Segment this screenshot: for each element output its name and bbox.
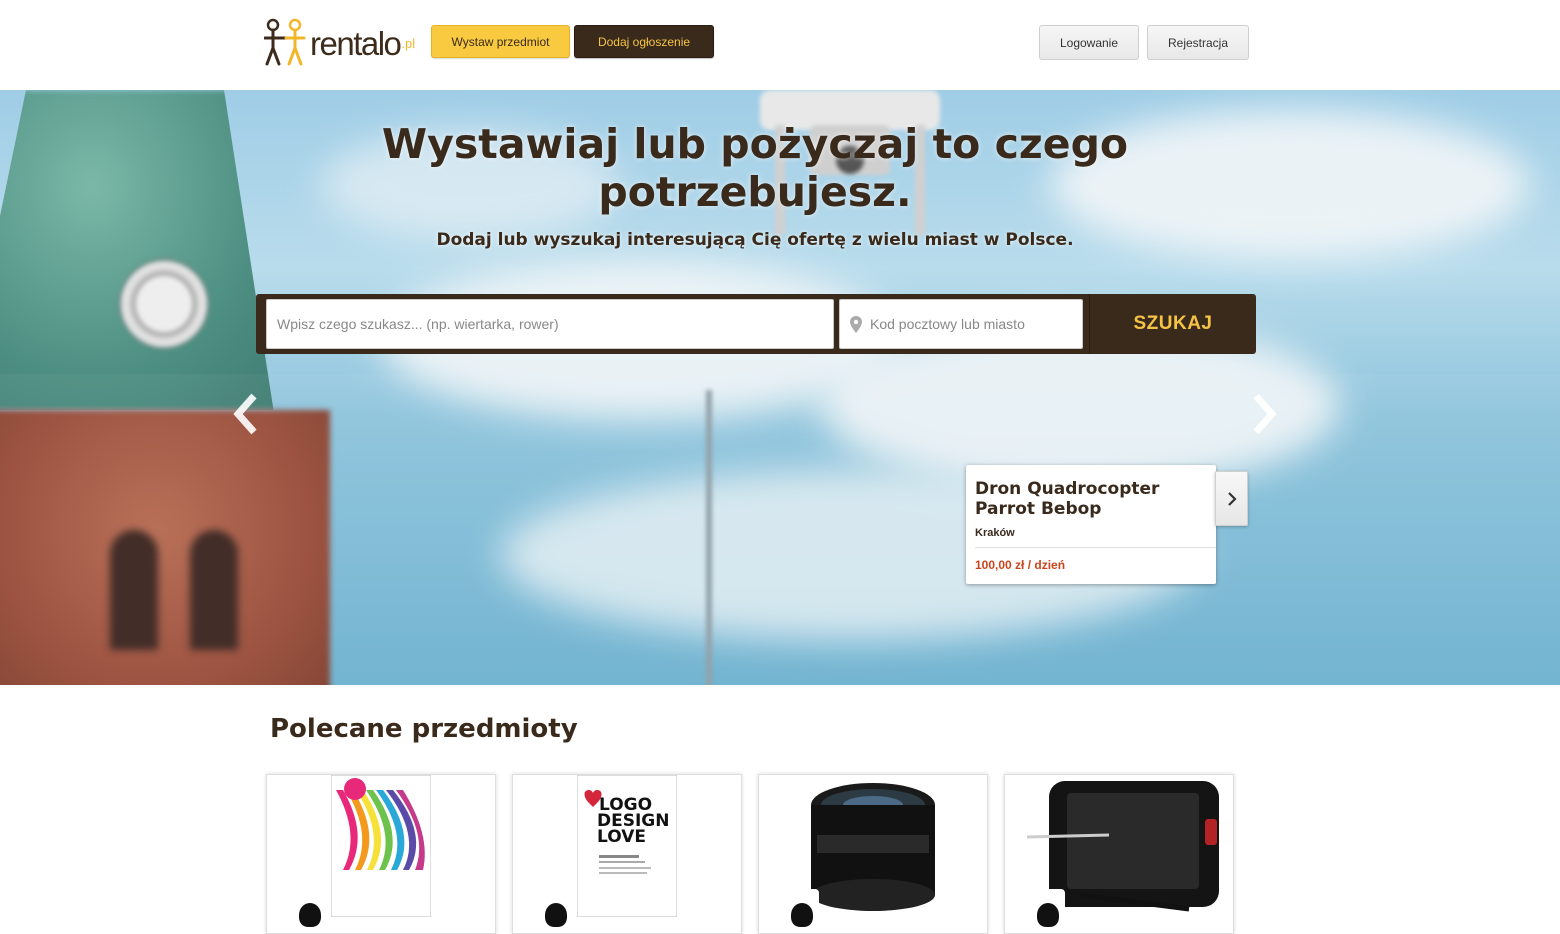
- search-bar: Wpisz czego szukasz... (np. wiertarka, r…: [256, 294, 1256, 354]
- owner-avatar: [545, 903, 567, 927]
- featured-slide-card[interactable]: Dron Quadrocopter Parrot Bebop Kraków 10…: [966, 465, 1216, 584]
- site-logo[interactable]: rentalo .pl: [264, 16, 415, 66]
- hero-subtitle: Dodaj lub wyszukaj interesującą Cię ofer…: [436, 230, 1074, 250]
- featured-item-card[interactable]: [266, 774, 496, 934]
- divider: [975, 547, 1216, 548]
- owner-avatar: [299, 903, 321, 927]
- search-button[interactable]: SZUKAJ: [1089, 294, 1256, 354]
- owner-avatar: [791, 903, 813, 927]
- hero-title: Wystawiaj lub pożyczaj to czego potrzebu…: [381, 120, 1129, 216]
- logo-tld: .pl: [401, 36, 416, 51]
- featured-section-title: Polecane przedmioty: [270, 714, 578, 744]
- site-header: rentalo .pl Wystaw przedmiot Dodaj ogłos…: [0, 0, 1560, 90]
- featured-slide-title[interactable]: Dron Quadrocopter Parrot Bebop: [975, 479, 1215, 519]
- background-clock: [118, 258, 210, 350]
- logo-text: rentalo: [310, 25, 402, 62]
- chevron-right-icon: [1227, 491, 1237, 506]
- featured-slide-next-button[interactable]: [1215, 471, 1248, 526]
- slider-next-arrow-icon[interactable]: [1250, 392, 1280, 436]
- map-pin-icon: [850, 316, 862, 333]
- register-button[interactable]: Rejestracja: [1147, 25, 1249, 60]
- featured-slide-city: Kraków: [975, 527, 1015, 539]
- location-placeholder: Kod pocztowy lub miasto: [870, 316, 1025, 332]
- featured-item-card[interactable]: [758, 774, 988, 934]
- list-item-button[interactable]: Wystaw przedmiot: [431, 25, 570, 58]
- add-ad-button[interactable]: Dodaj ogłoszenie: [574, 25, 714, 58]
- owner-avatar: [1037, 903, 1059, 927]
- featured-slide-price: 100,00 zł / dzień: [975, 558, 1066, 572]
- featured-item-card[interactable]: [1004, 774, 1234, 934]
- book-cover-image: [331, 775, 431, 917]
- slider-prev-arrow-icon[interactable]: [230, 392, 260, 436]
- book-cover-image: LOGO DESIGN LOVE: [577, 775, 677, 917]
- logo-figures-icon: [264, 18, 306, 66]
- hero-banner: Wystawiaj lub pożyczaj to czego potrzebu…: [0, 90, 1560, 685]
- location-input[interactable]: Kod pocztowy lub miasto: [839, 299, 1083, 349]
- search-input[interactable]: Wpisz czego szukasz... (np. wiertarka, r…: [266, 299, 834, 349]
- login-button[interactable]: Logowanie: [1039, 25, 1139, 60]
- featured-item-card[interactable]: LOGO DESIGN LOVE: [512, 774, 742, 934]
- background-tower-spire: [0, 90, 274, 410]
- camera-lens-image: [811, 783, 935, 911]
